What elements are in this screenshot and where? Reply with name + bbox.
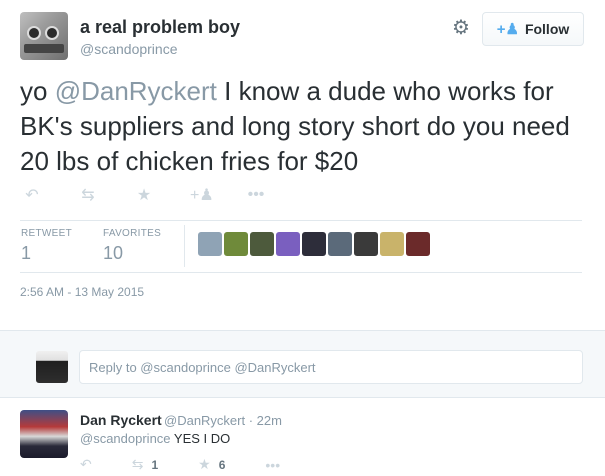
favoriter-avatar[interactable] [250, 232, 274, 256]
reply-mention[interactable]: @scandoprince [80, 431, 171, 446]
favoriter-avatar[interactable] [406, 232, 430, 256]
tweet-timestamp[interactable]: 2:56 AM - 13 May 2015 [20, 285, 144, 299]
follow-user-icon: +♟ [496, 21, 519, 38]
current-user-avatar [36, 351, 68, 383]
follow-button-label: Follow [524, 21, 570, 37]
favoriter-avatars [198, 232, 430, 256]
retweet-stat[interactable]: RETWEET 1 [21, 228, 72, 264]
author-handle[interactable]: @scandoprince [80, 41, 178, 57]
reply-tweet[interactable]: Dan Ryckert @DanRyckert · 22m @scandopri… [0, 398, 605, 476]
more-icon[interactable]: ••• [265, 457, 280, 473]
favoriter-avatar[interactable] [354, 232, 378, 256]
star-icon[interactable]: ★ [134, 185, 154, 205]
star-icon: ★ [198, 456, 211, 472]
reply-text: @scandoprince YES I DO [80, 431, 230, 446]
reply-retweet-count: 1 [151, 457, 159, 472]
favoriter-avatar[interactable] [380, 232, 404, 256]
favoriter-avatar[interactable] [198, 232, 222, 256]
retweet-icon[interactable]: ⇆ [78, 185, 98, 205]
author-display-name[interactable]: a real problem boy [80, 17, 240, 38]
favorite-action[interactable]: ★ 6 [198, 456, 225, 473]
reply-input[interactable]: Reply to @scandoprince @DanRyckert [79, 350, 583, 384]
reply-author-handle-time[interactable]: @DanRyckert · 22m [164, 413, 282, 428]
retweet-stat-count: 1 [21, 243, 32, 263]
favorites-stat-label: FAVORITES [103, 228, 162, 239]
divider [20, 272, 582, 273]
retweet-stat-label: RETWEET [21, 228, 72, 239]
reply-actions: ↶ ⇆ 1 ★ 6 ••• [80, 456, 320, 473]
favoriter-avatar[interactable] [224, 232, 248, 256]
gear-icon[interactable]: ⚙ [451, 18, 471, 38]
divider [20, 220, 582, 221]
reply-icon[interactable]: ↶ [22, 185, 42, 205]
author-avatar[interactable] [20, 12, 68, 60]
reply-icon[interactable]: ↶ [80, 456, 92, 473]
favoriter-avatar[interactable] [302, 232, 326, 256]
follow-user-icon[interactable]: +♟ [190, 185, 214, 205]
tweet-actions: ↶ ⇆ ★ +♟ ••• [22, 185, 302, 205]
reply-author-avatar[interactable] [20, 410, 68, 458]
main-tweet: a real problem boy @scandoprince ⚙ +♟ Fo… [0, 0, 605, 330]
tweet-mention[interactable]: @DanRyckert [55, 76, 217, 106]
favoriter-avatar[interactable] [328, 232, 352, 256]
reply-author-name[interactable]: Dan Ryckert [80, 412, 162, 428]
favorites-stat[interactable]: FAVORITES 10 [103, 228, 161, 264]
reply-area: Reply to @scandoprince @DanRyckert [0, 330, 605, 398]
favorites-stat-count: 10 [103, 243, 124, 263]
reply-body: YES I DO [170, 431, 231, 446]
retweet-icon: ⇆ [131, 456, 144, 472]
favoriter-avatar[interactable] [276, 232, 300, 256]
tweet-text-before: yo [20, 76, 55, 106]
reply-favorite-count: 6 [218, 457, 226, 472]
more-icon[interactable]: ••• [246, 186, 266, 204]
follow-button[interactable]: +♟ Follow [482, 12, 584, 46]
retweet-action[interactable]: ⇆ 1 [132, 456, 158, 473]
tweet-text: yo @DanRyckert I know a dude who works f… [20, 74, 590, 179]
stat-divider [184, 225, 185, 267]
